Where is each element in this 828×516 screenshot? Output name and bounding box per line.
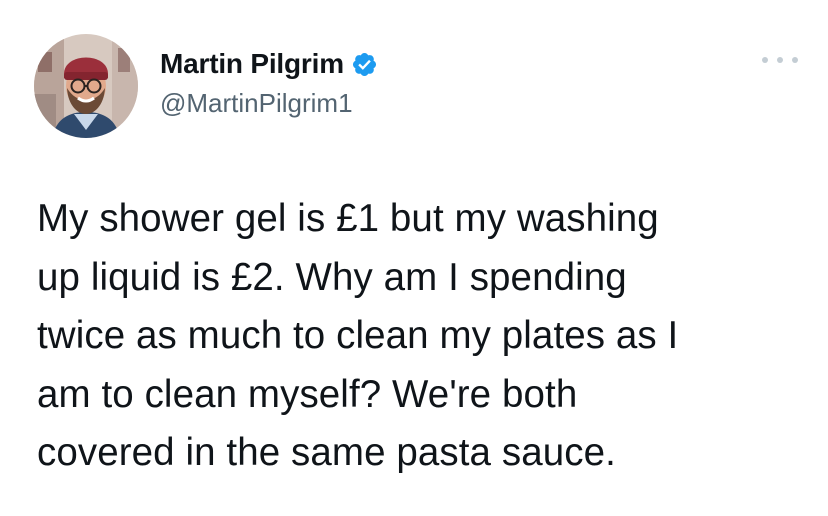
tweet-text: My shower gel is £1 but my washing up li… — [37, 197, 679, 474]
avatar-photo — [34, 34, 138, 138]
more-dot — [762, 57, 768, 63]
more-dot — [777, 57, 783, 63]
verified-badge-icon — [351, 51, 378, 78]
tweet-card: Martin Pilgrim @MartinPilgrim1 My shower… — [0, 0, 828, 516]
more-dot — [792, 57, 798, 63]
author-display-name[interactable]: Martin Pilgrim — [160, 48, 344, 80]
author-name-row: Martin Pilgrim — [160, 46, 378, 82]
more-options-icon[interactable] — [762, 52, 798, 68]
author-handle[interactable]: @MartinPilgrim1 — [160, 88, 378, 119]
author-info: Martin Pilgrim @MartinPilgrim1 — [160, 46, 378, 119]
author-avatar[interactable] — [34, 34, 138, 138]
